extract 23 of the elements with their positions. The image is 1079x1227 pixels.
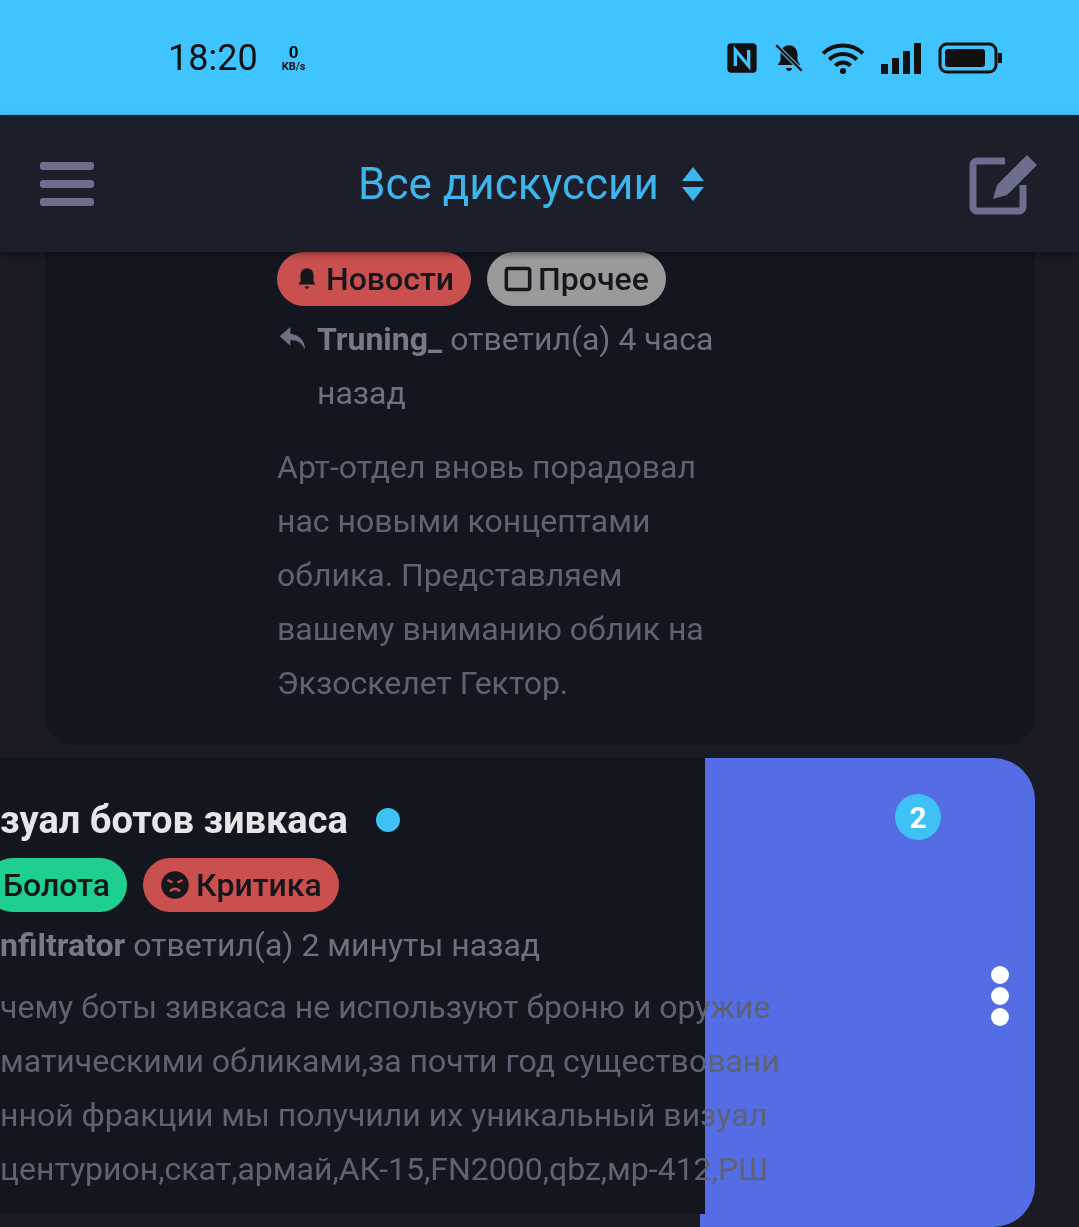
reply-count-badge: 2 [895,794,941,840]
square-icon [504,266,533,292]
discussion-card[interactable]: Новости Прочее Truning_ ответил(а) 4 часа назад Арт-отдел вновь порадовал нас новыми концептами облика. Представляем вашему вниманию облик на Экзоскелет Гектор. [45,252,1035,745]
nfc-icon [726,41,758,74]
network-speed-value: 0 [288,43,299,61]
header-title[interactable]: Все дискуссии [358,157,659,210]
category-tag[interactable]: Критика [143,858,339,912]
discussion-excerpt: Арт-отдел вновь порадовал нас новыми концептами облика. Представляем вашему вниманию облик на Экзоскелет Гектор. [277,447,705,704]
category-tag[interactable]: Новости [277,252,472,306]
compose-icon[interactable] [969,152,1039,215]
reply-info: Truning_ ответил(а) 4 часа назад [317,319,715,414]
clock: 18:20 [168,36,258,79]
menu-icon[interactable] [40,159,94,208]
signal-icon [880,41,924,74]
category-tag[interactable]: Болота [0,858,127,912]
category-tag[interactable]: Прочее [487,252,666,306]
angry-face-icon [160,870,190,900]
sort-toggle-icon[interactable] [680,165,705,202]
more-options-icon[interactable] [990,965,1010,1027]
network-speed-unit: KB/s [281,60,306,72]
reply-info: nfiltrator ответил(а) 2 минуты назад [0,925,541,966]
battery-icon [938,41,1004,74]
discussion-title[interactable]: зуал ботов зивкаса [0,798,348,842]
